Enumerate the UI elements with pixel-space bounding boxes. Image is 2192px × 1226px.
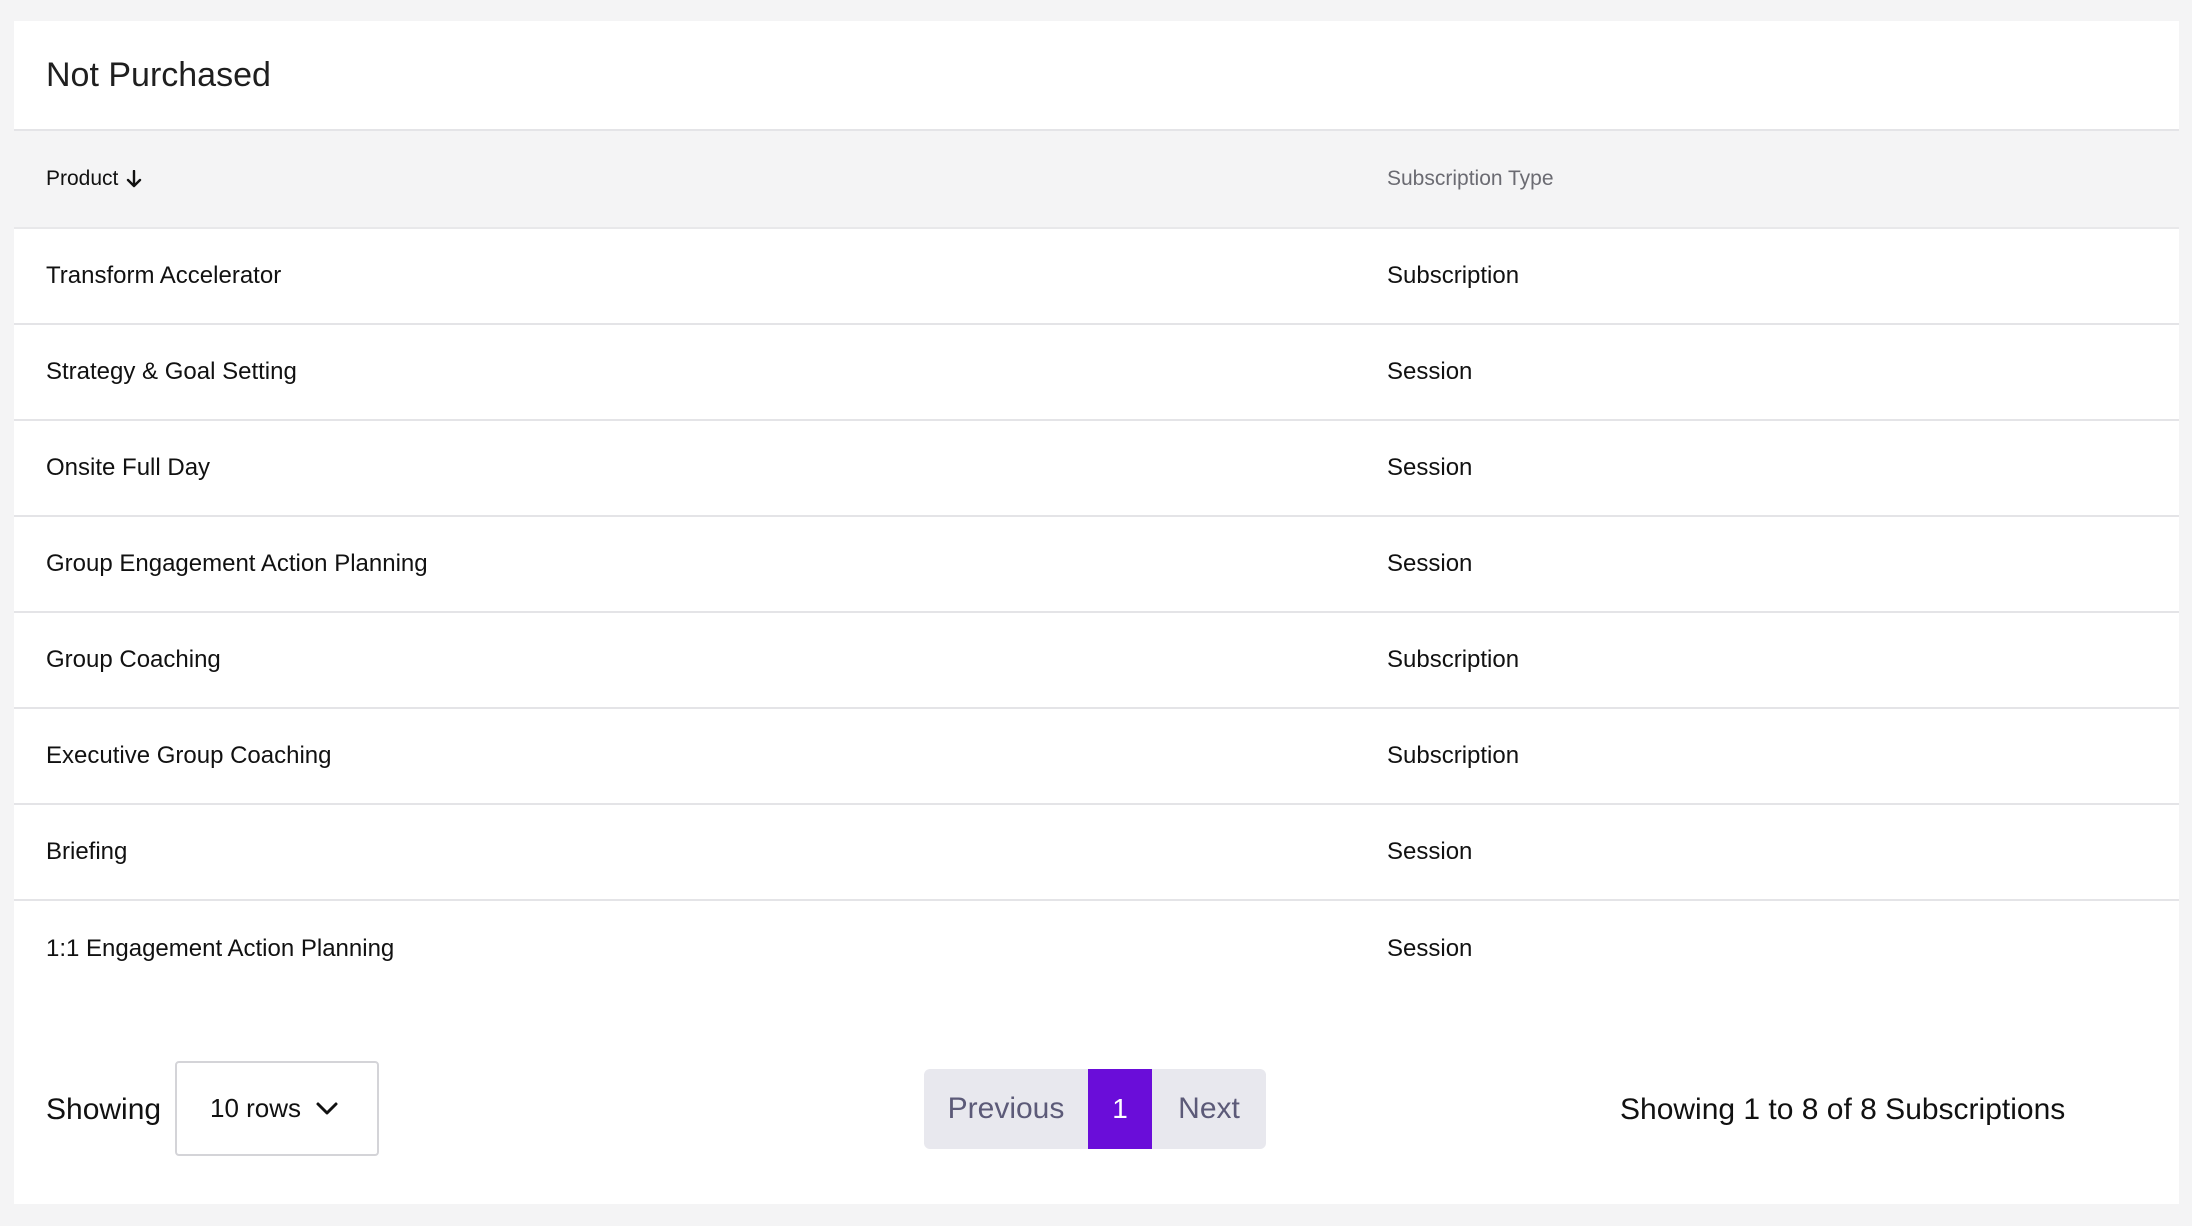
table-row: Briefing Session	[14, 805, 2179, 901]
product-cell: Strategy & Goal Setting	[46, 358, 297, 385]
arrow-down-icon	[126, 170, 142, 188]
previous-button[interactable]: Previous	[924, 1069, 1088, 1149]
type-cell: Session	[1387, 838, 1473, 865]
type-cell: Subscription	[1387, 262, 1520, 289]
product-cell: Onsite Full Day	[46, 454, 211, 481]
not-purchased-card: Not Purchased Product Subscription Type …	[14, 21, 2179, 1204]
products-table: Product Subscription Type Transform Acce…	[14, 131, 2179, 997]
product-cell: Executive Group Coaching	[46, 742, 332, 769]
card-title: Not Purchased	[14, 21, 2179, 131]
product-cell: Briefing	[46, 838, 128, 865]
chevron-down-icon	[315, 1101, 339, 1117]
next-button[interactable]: Next	[1152, 1069, 1266, 1149]
table-header: Product Subscription Type	[14, 131, 2179, 229]
type-cell: Subscription	[1387, 646, 1520, 673]
product-cell: 1:1 Engagement Action Planning	[46, 935, 395, 962]
type-cell: Subscription	[1387, 742, 1520, 769]
table-row: 1:1 Engagement Action Planning Session	[14, 901, 2179, 997]
product-cell: Group Engagement Action Planning	[46, 550, 428, 577]
product-cell: Transform Accelerator	[46, 262, 282, 289]
type-cell: Session	[1387, 358, 1473, 385]
rows-per-page-select[interactable]: 10 rows	[175, 1061, 379, 1156]
table-row: Onsite Full Day Session	[14, 421, 2179, 517]
product-cell: Group Coaching	[46, 646, 221, 673]
table-row: Transform Accelerator Subscription	[14, 229, 2179, 325]
showing-label: Showing	[46, 1093, 162, 1126]
type-cell: Session	[1387, 935, 1473, 962]
type-cell: Session	[1387, 454, 1473, 481]
table-row: Group Coaching Subscription	[14, 613, 2179, 709]
table-row: Executive Group Coaching Subscription	[14, 709, 2179, 805]
subscription-type-column-header[interactable]: Subscription Type	[1387, 167, 2179, 191]
pagination-summary: Showing 1 to 8 of 8 Subscriptions	[1620, 1093, 2066, 1126]
page-1-button[interactable]: 1	[1088, 1069, 1152, 1149]
table-row: Strategy & Goal Setting Session	[14, 325, 2179, 421]
table-body: Transform Accelerator Subscription Strat…	[14, 229, 2179, 997]
rows-select-value: 10 rows	[210, 1093, 302, 1123]
table-row: Group Engagement Action Planning Session	[14, 517, 2179, 613]
product-column-header[interactable]: Product	[14, 167, 1387, 191]
type-cell: Session	[1387, 550, 1473, 577]
subscription-type-header-label: Subscription Type	[1387, 167, 1554, 190]
product-header-label: Product	[46, 167, 119, 190]
table-footer: Showing 10 rows Previous 1 Next Showing …	[14, 1061, 2179, 1163]
pagination: Previous 1 Next	[924, 1069, 1266, 1149]
